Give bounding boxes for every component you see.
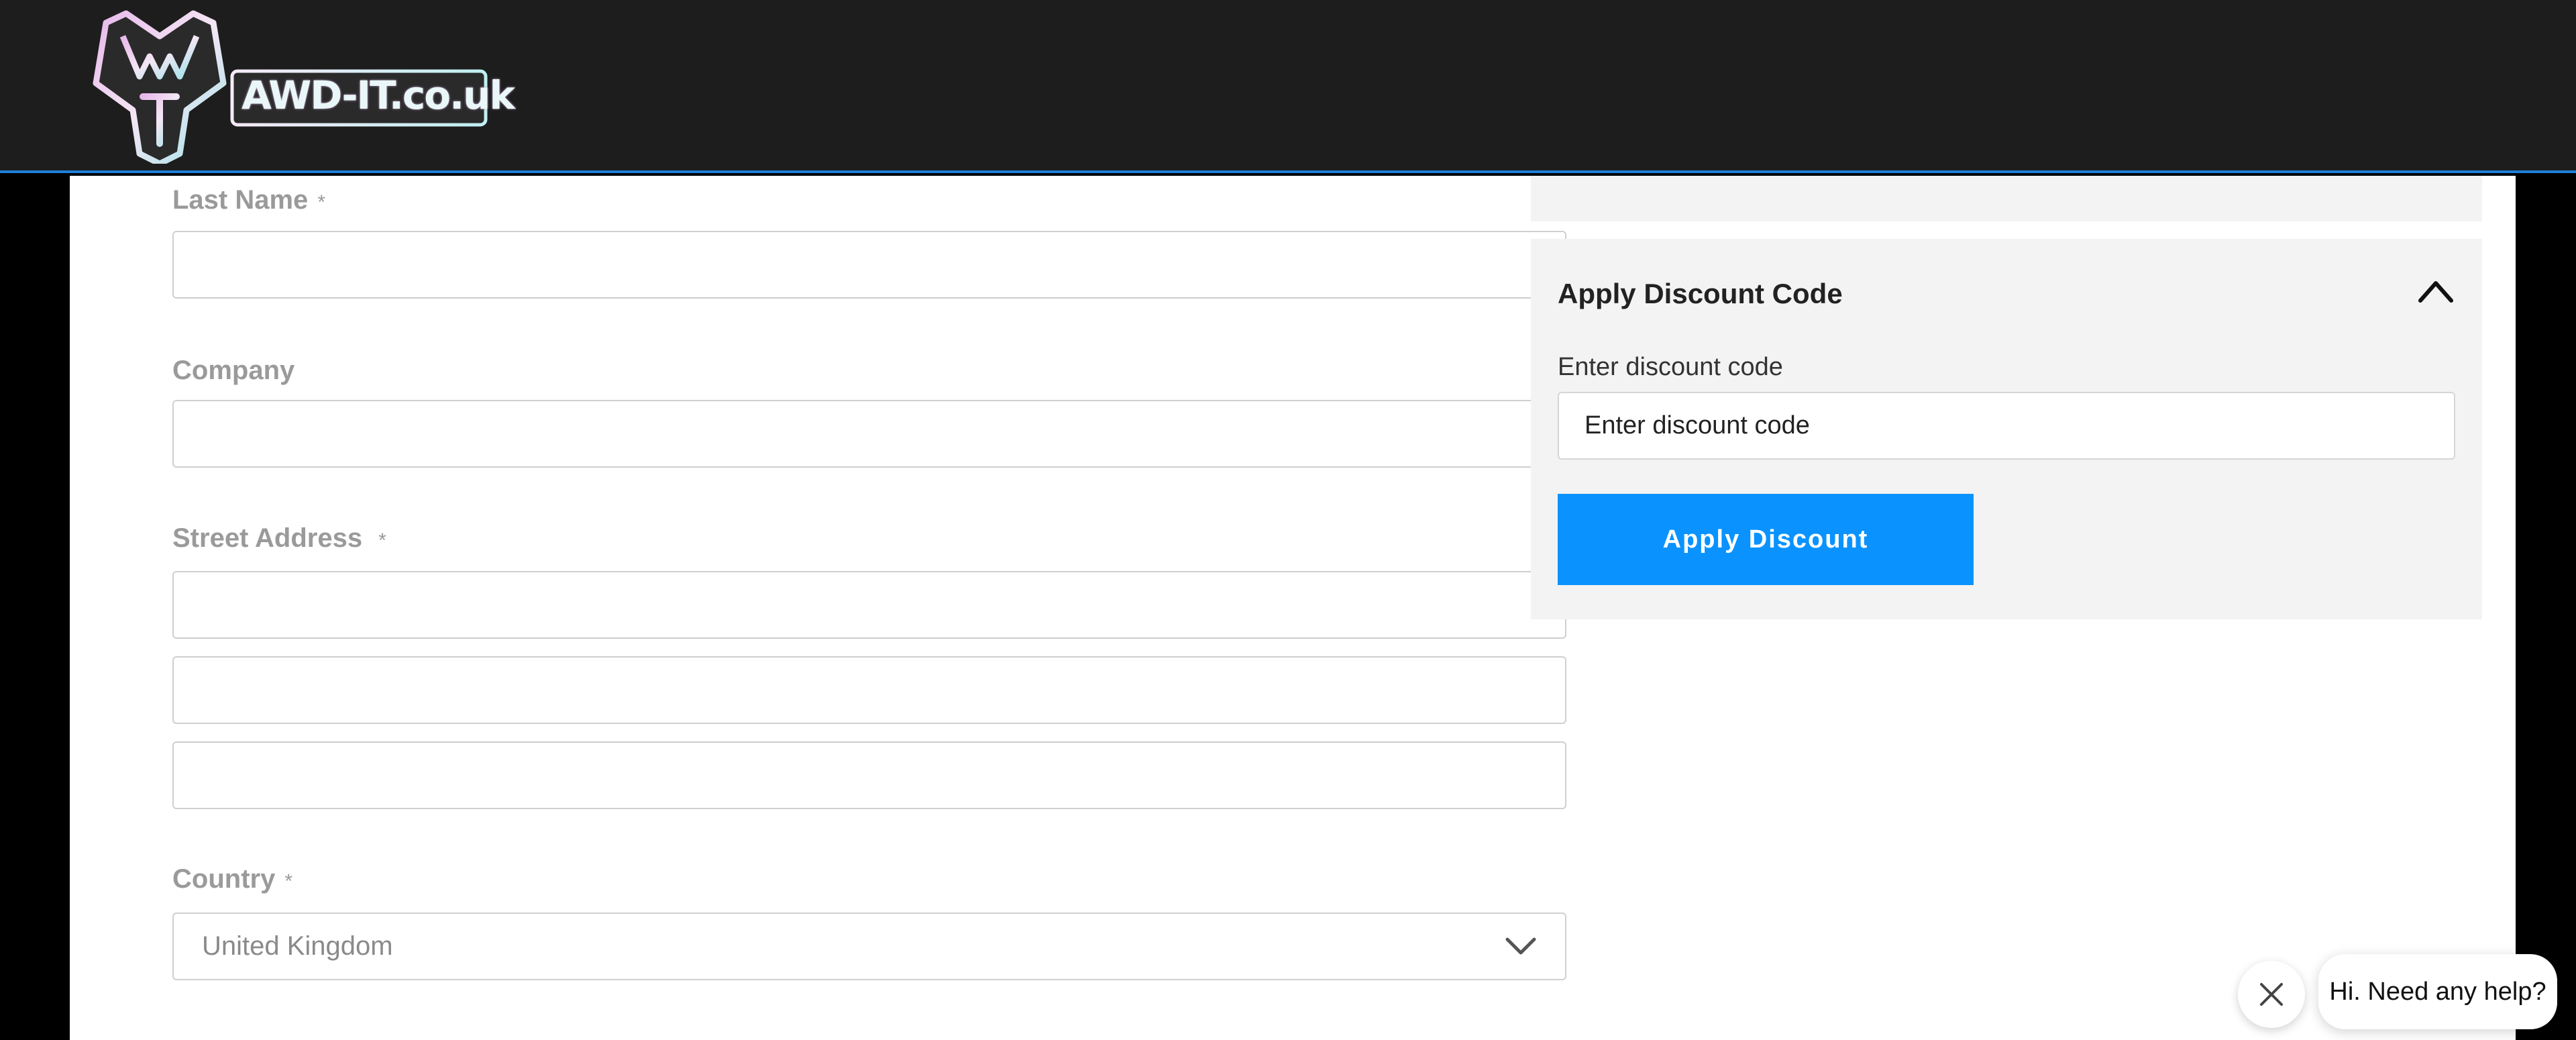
required-marker: * (317, 191, 325, 213)
last-name-input[interactable] (172, 231, 1566, 299)
discount-code-label: Enter discount code (1558, 353, 1783, 381)
country-select-value: United Kingdom (202, 931, 393, 961)
close-icon (2260, 983, 2283, 1006)
last-name-label: Last Name * (172, 185, 325, 215)
country-select[interactable]: United Kingdom (172, 913, 1566, 980)
discount-panel: Apply Discount Code Enter discount code … (1531, 239, 2482, 619)
company-input[interactable] (172, 400, 1566, 468)
discount-title: Apply Discount Code (1558, 278, 1843, 309)
discount-code-input[interactable] (1558, 392, 2455, 460)
chevron-down-icon (1505, 937, 1536, 955)
company-label-text: Company (172, 356, 295, 385)
country-label: Country * (172, 864, 292, 894)
street-address-line-2-input[interactable] (172, 656, 1566, 724)
street-address-line-1-input[interactable] (172, 571, 1566, 639)
logo-wordmark: AWD-IT.co.uk (241, 72, 515, 118)
order-summary-panel (1531, 176, 2482, 221)
street-address-label-text: Street Address (172, 523, 363, 553)
apply-discount-button[interactable]: Apply Discount (1558, 494, 1974, 585)
company-label: Company (172, 356, 294, 386)
site-header: AWD-IT.co.uk (0, 0, 2576, 173)
country-label-text: Country (172, 864, 276, 894)
last-name-label-text: Last Name (172, 185, 309, 215)
required-marker: * (378, 529, 386, 552)
chat-close-button[interactable] (2238, 961, 2305, 1028)
chat-help-bubble[interactable]: Hi. Need any help? (2318, 954, 2557, 1029)
required-marker: * (284, 870, 293, 892)
chevron-up-icon[interactable] (2416, 276, 2455, 306)
street-address-label: Street Address * (172, 523, 386, 554)
street-address-line-3-input[interactable] (172, 741, 1566, 809)
